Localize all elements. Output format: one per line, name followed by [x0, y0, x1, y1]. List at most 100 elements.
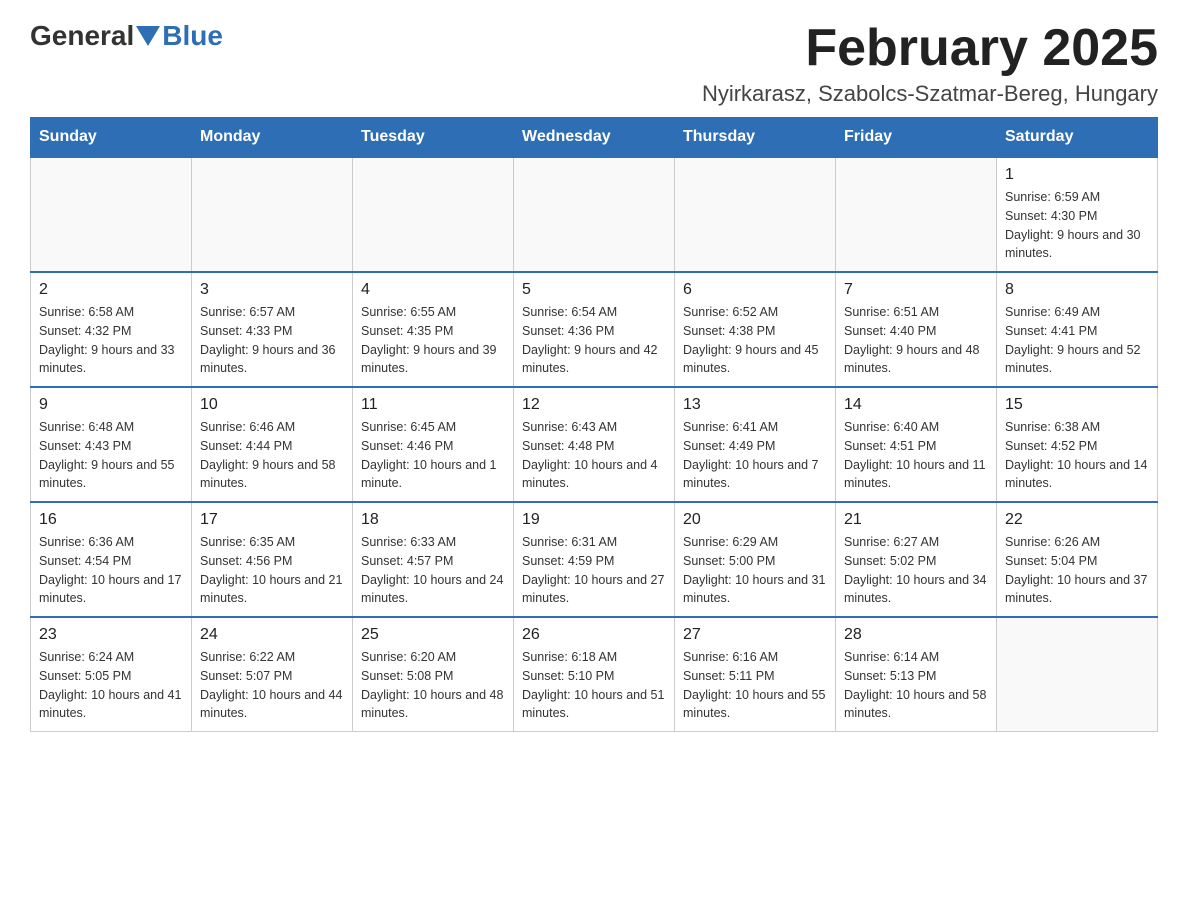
- day-number: 22: [1005, 511, 1149, 529]
- day-info: Sunrise: 6:59 AMSunset: 4:30 PMDaylight:…: [1005, 188, 1149, 263]
- calendar-cell: 4Sunrise: 6:55 AMSunset: 4:35 PMDaylight…: [353, 272, 514, 387]
- calendar-week-row: 9 Sunrise: 6:48 AMSunset: 4:43 PMDaylight…: [31, 387, 1158, 502]
- day-info: Sunrise: 6:29 AMSunset: 5:00 PMDaylight:…: [683, 533, 827, 608]
- calendar-cell: 16Sunrise: 6:36 AMSunset: 4:54 PMDayligh…: [31, 502, 192, 617]
- calendar-cell: 1 Sunrise: 6:59 AMSunset: 4:30 PMDaylight…: [997, 157, 1158, 272]
- calendar-cell: 14 Sunrise: 6:40 AMSunset: 4:51 PMDayligh…: [836, 387, 997, 502]
- calendar-cell: 12 Sunrise: 6:43 AMSunset: 4:48 PMDayligh…: [514, 387, 675, 502]
- day-info: Sunrise: 6:49 AMSunset: 4:41 PMDaylight:…: [1005, 303, 1149, 378]
- day-info: Sunrise: 6:26 AMSunset: 5:04 PMDaylight:…: [1005, 533, 1149, 608]
- day-info: Sunrise: 6:16 AMSunset: 5:11 PMDaylight:…: [683, 648, 827, 723]
- calendar-week-row: 2 Sunrise: 6:58 AMSunset: 4:32 PMDaylight…: [31, 272, 1158, 387]
- calendar-cell: [514, 157, 675, 272]
- day-number: 21: [844, 511, 988, 529]
- day-number: 17: [200, 511, 344, 529]
- day-info: Sunrise: 6:48 AMSunset: 4:43 PMDaylight:…: [39, 418, 183, 493]
- logo-blue-text: Blue: [162, 20, 223, 52]
- day-number: 7: [844, 281, 988, 299]
- day-number: 18: [361, 511, 505, 529]
- calendar-cell: 27 Sunrise: 6:16 AMSunset: 5:11 PMDayligh…: [675, 617, 836, 732]
- day-number: 23: [39, 626, 183, 644]
- day-number: 6: [683, 281, 827, 299]
- day-info: Sunrise: 6:35 AMSunset: 4:56 PMDaylight:…: [200, 533, 344, 608]
- calendar-cell: 9 Sunrise: 6:48 AMSunset: 4:43 PMDaylight…: [31, 387, 192, 502]
- header-thursday: Thursday: [675, 118, 836, 158]
- day-info: Sunrise: 6:45 AMSunset: 4:46 PMDaylight:…: [361, 418, 505, 493]
- title-area: February 2025 Nyirkarasz, Szabolcs-Szatm…: [702, 20, 1158, 107]
- day-info: Sunrise: 6:24 AMSunset: 5:05 PMDaylight:…: [39, 648, 183, 723]
- calendar-cell: 21Sunrise: 6:27 AMSunset: 5:02 PMDayligh…: [836, 502, 997, 617]
- day-info: Sunrise: 6:33 AMSunset: 4:57 PMDaylight:…: [361, 533, 505, 608]
- calendar-cell: [836, 157, 997, 272]
- location-subtitle: Nyirkarasz, Szabolcs-Szatmar-Bereg, Hung…: [702, 81, 1158, 107]
- day-number: 10: [200, 396, 344, 414]
- header-saturday: Saturday: [997, 118, 1158, 158]
- calendar-cell: [997, 617, 1158, 732]
- day-info: Sunrise: 6:46 AMSunset: 4:44 PMDaylight:…: [200, 418, 344, 493]
- calendar-cell: 3Sunrise: 6:57 AMSunset: 4:33 PMDaylight…: [192, 272, 353, 387]
- header-monday: Monday: [192, 118, 353, 158]
- calendar-cell: [192, 157, 353, 272]
- calendar-cell: 2 Sunrise: 6:58 AMSunset: 4:32 PMDaylight…: [31, 272, 192, 387]
- day-info: Sunrise: 6:22 AMSunset: 5:07 PMDaylight:…: [200, 648, 344, 723]
- calendar-table: Sunday Monday Tuesday Wednesday Thursday…: [30, 117, 1158, 732]
- calendar-cell: [31, 157, 192, 272]
- day-number: 24: [200, 626, 344, 644]
- day-number: 27: [683, 626, 827, 644]
- calendar-cell: [675, 157, 836, 272]
- calendar-week-row: 23 Sunrise: 6:24 AMSunset: 5:05 PMDayligh…: [31, 617, 1158, 732]
- calendar-cell: 22 Sunrise: 6:26 AMSunset: 5:04 PMDayligh…: [997, 502, 1158, 617]
- header-friday: Friday: [836, 118, 997, 158]
- day-number: 12: [522, 396, 666, 414]
- calendar-week-row: 1 Sunrise: 6:59 AMSunset: 4:30 PMDaylight…: [31, 157, 1158, 272]
- calendar-cell: 15 Sunrise: 6:38 AMSunset: 4:52 PMDayligh…: [997, 387, 1158, 502]
- logo: General Blue: [30, 20, 223, 52]
- calendar-cell: 8 Sunrise: 6:49 AMSunset: 4:41 PMDaylight…: [997, 272, 1158, 387]
- day-info: Sunrise: 6:51 AMSunset: 4:40 PMDaylight:…: [844, 303, 988, 378]
- calendar-cell: 24 Sunrise: 6:22 AMSunset: 5:07 PMDayligh…: [192, 617, 353, 732]
- calendar-cell: 5Sunrise: 6:54 AMSunset: 4:36 PMDaylight…: [514, 272, 675, 387]
- calendar-week-row: 16Sunrise: 6:36 AMSunset: 4:54 PMDayligh…: [31, 502, 1158, 617]
- day-info: Sunrise: 6:58 AMSunset: 4:32 PMDaylight:…: [39, 303, 183, 378]
- day-number: 15: [1005, 396, 1149, 414]
- day-info: Sunrise: 6:14 AMSunset: 5:13 PMDaylight:…: [844, 648, 988, 723]
- calendar-cell: 10 Sunrise: 6:46 AMSunset: 4:44 PMDayligh…: [192, 387, 353, 502]
- day-number: 14: [844, 396, 988, 414]
- calendar-cell: [353, 157, 514, 272]
- calendar-cell: 7 Sunrise: 6:51 AMSunset: 4:40 PMDaylight…: [836, 272, 997, 387]
- weekday-header-row: Sunday Monday Tuesday Wednesday Thursday…: [31, 118, 1158, 158]
- day-info: Sunrise: 6:36 AMSunset: 4:54 PMDaylight:…: [39, 533, 183, 608]
- day-info: Sunrise: 6:18 AMSunset: 5:10 PMDaylight:…: [522, 648, 666, 723]
- calendar-cell: 25 Sunrise: 6:20 AMSunset: 5:08 PMDayligh…: [353, 617, 514, 732]
- logo-triangle-icon: [136, 26, 160, 46]
- calendar-cell: 19Sunrise: 6:31 AMSunset: 4:59 PMDayligh…: [514, 502, 675, 617]
- day-info: Sunrise: 6:54 AMSunset: 4:36 PMDaylight:…: [522, 303, 666, 378]
- header-sunday: Sunday: [31, 118, 192, 158]
- day-info: Sunrise: 6:41 AMSunset: 4:49 PMDaylight:…: [683, 418, 827, 493]
- day-info: Sunrise: 6:43 AMSunset: 4:48 PMDaylight:…: [522, 418, 666, 493]
- calendar-cell: 18 Sunrise: 6:33 AMSunset: 4:57 PMDayligh…: [353, 502, 514, 617]
- day-number: 2: [39, 281, 183, 299]
- day-info: Sunrise: 6:55 AMSunset: 4:35 PMDaylight:…: [361, 303, 505, 378]
- logo-general-text: General: [30, 20, 134, 52]
- day-info: Sunrise: 6:38 AMSunset: 4:52 PMDaylight:…: [1005, 418, 1149, 493]
- calendar-cell: 13 Sunrise: 6:41 AMSunset: 4:49 PMDayligh…: [675, 387, 836, 502]
- calendar-cell: 28Sunrise: 6:14 AMSunset: 5:13 PMDayligh…: [836, 617, 997, 732]
- day-info: Sunrise: 6:20 AMSunset: 5:08 PMDaylight:…: [361, 648, 505, 723]
- calendar-cell: 23 Sunrise: 6:24 AMSunset: 5:05 PMDayligh…: [31, 617, 192, 732]
- month-title: February 2025: [702, 20, 1158, 77]
- calendar-cell: 20 Sunrise: 6:29 AMSunset: 5:00 PMDayligh…: [675, 502, 836, 617]
- page-header: General Blue February 2025 Nyirkarasz, S…: [30, 20, 1158, 107]
- calendar-cell: 11 Sunrise: 6:45 AMSunset: 4:46 PMDayligh…: [353, 387, 514, 502]
- header-wednesday: Wednesday: [514, 118, 675, 158]
- day-number: 25: [361, 626, 505, 644]
- day-number: 19: [522, 511, 666, 529]
- day-number: 1: [1005, 166, 1149, 184]
- day-number: 13: [683, 396, 827, 414]
- day-number: 9: [39, 396, 183, 414]
- day-number: 20: [683, 511, 827, 529]
- day-number: 11: [361, 396, 505, 414]
- day-number: 8: [1005, 281, 1149, 299]
- day-info: Sunrise: 6:57 AMSunset: 4:33 PMDaylight:…: [200, 303, 344, 378]
- day-info: Sunrise: 6:40 AMSunset: 4:51 PMDaylight:…: [844, 418, 988, 493]
